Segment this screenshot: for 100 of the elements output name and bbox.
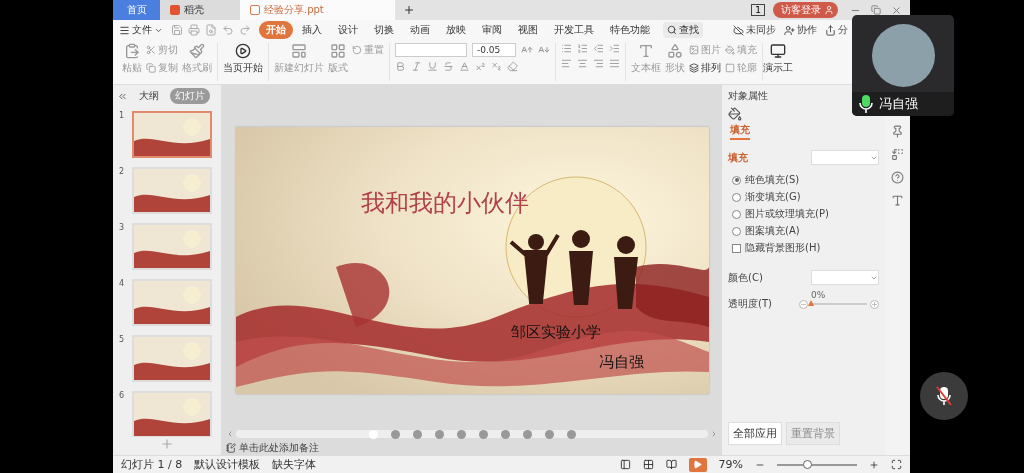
close-icon[interactable] — [891, 4, 902, 16]
restore-icon[interactable] — [871, 5, 881, 15]
font-name-field[interactable] — [395, 43, 467, 57]
underline-icon[interactable] — [427, 61, 438, 72]
mute-button[interactable] — [920, 372, 968, 420]
strikethrough-icon[interactable] — [443, 61, 454, 72]
page-dot[interactable] — [456, 429, 466, 439]
normal-view-icon[interactable] — [619, 459, 631, 470]
increase-button[interactable] — [870, 299, 879, 309]
italic-icon[interactable] — [411, 61, 422, 72]
zoom-in-icon[interactable] — [869, 459, 879, 470]
monitor-icon — [770, 43, 786, 59]
scroll-left-icon[interactable] — [226, 430, 234, 438]
color-dropdown[interactable] — [811, 270, 879, 285]
clipboard-icon — [124, 43, 140, 59]
ribbon-tab[interactable]: 切换 — [367, 21, 401, 39]
checkbox[interactable] — [732, 243, 741, 253]
align-center-icon[interactable] — [577, 58, 588, 69]
app-tab[interactable]: 首页 — [113, 0, 160, 20]
slide-thumbnail[interactable] — [132, 111, 212, 158]
app-tab[interactable]: 稻壳 — [160, 0, 240, 20]
font-color-icon[interactable] — [459, 61, 470, 72]
slideshow-button[interactable] — [688, 457, 707, 472]
new-tab-icon[interactable] — [403, 4, 415, 16]
radio-button[interactable] — [732, 226, 741, 236]
ribbon-tab[interactable]: 开发工具 — [547, 21, 601, 39]
save-icon[interactable] — [171, 24, 183, 36]
text-icon[interactable] — [891, 194, 904, 207]
ribbon-tab[interactable]: 特色功能 — [603, 21, 657, 39]
zoom-slider[interactable] — [777, 463, 857, 466]
undo-icon[interactable] — [222, 24, 234, 36]
pin-icon[interactable] — [891, 125, 904, 138]
notes-placeholder[interactable]: 单击此处添加备注 — [239, 441, 319, 455]
collaborate-button[interactable]: 协作 — [784, 23, 817, 37]
file-menu[interactable]: 文件 — [119, 23, 163, 37]
ribbon-tab[interactable]: 视图 — [511, 21, 545, 39]
numbered-list-icon[interactable] — [577, 43, 588, 54]
play-icon — [693, 460, 703, 469]
bold-icon[interactable] — [395, 61, 406, 72]
slide-sorter-icon[interactable] — [642, 459, 654, 470]
slide-number: 3 — [119, 223, 126, 234]
redo-icon[interactable] — [239, 24, 251, 36]
slide-number: 2 — [119, 167, 126, 178]
panel-tab[interactable]: 大纲 — [134, 88, 164, 104]
search-button[interactable]: 查找 — [663, 22, 703, 38]
login-button[interactable]: 访客登录 — [773, 2, 838, 18]
indent-icon[interactable] — [609, 43, 620, 54]
radio-button[interactable] — [732, 175, 741, 185]
add-slide-icon[interactable] — [160, 437, 174, 451]
justify-icon[interactable] — [609, 58, 620, 69]
page-dot[interactable] — [500, 429, 510, 439]
app-tab[interactable]: 经验分享.ppt — [240, 0, 395, 20]
align-right-icon[interactable] — [593, 58, 604, 69]
missing-fonts-button[interactable]: 缺失字体 — [272, 457, 317, 472]
arrange-button[interactable]: 排列 — [689, 61, 721, 75]
page-dot[interactable] — [368, 429, 378, 439]
page-dot[interactable] — [478, 429, 488, 439]
ribbon-tab[interactable]: 放映 — [439, 21, 473, 39]
ribbon-tab[interactable]: 插入 — [295, 21, 329, 39]
outdent-icon[interactable] — [593, 43, 604, 54]
share-button[interactable]: 分 — [825, 23, 848, 37]
page-dot[interactable] — [522, 429, 532, 439]
ribbon-tab[interactable]: 设计 — [331, 21, 365, 39]
page-dot[interactable] — [566, 429, 576, 439]
radio-button[interactable] — [732, 192, 741, 202]
align-left-icon[interactable] — [561, 58, 572, 69]
page-dot[interactable] — [544, 429, 554, 439]
reading-view-icon[interactable] — [665, 459, 677, 470]
replace-icon[interactable] — [891, 148, 904, 161]
scroll-right-icon[interactable] — [710, 430, 718, 438]
page-dot[interactable] — [434, 429, 444, 439]
presentation-tools-button[interactable]: 演示工 — [763, 43, 793, 75]
fill-dropdown[interactable] — [811, 150, 879, 165]
page-dot[interactable] — [412, 429, 422, 439]
page-dot[interactable] — [390, 429, 400, 439]
ribbon-tab[interactable]: 审阅 — [475, 21, 509, 39]
bullet-list-icon[interactable] — [561, 43, 572, 54]
subscript-icon[interactable] — [491, 61, 502, 72]
print-icon[interactable] — [188, 24, 200, 36]
option-label: 图片或纹理填充(P) — [745, 207, 829, 221]
radio-button[interactable] — [732, 209, 741, 219]
slide-author: 冯自强 — [598, 352, 644, 372]
decrease-button[interactable] — [799, 299, 808, 309]
fill-tab[interactable]: 填充 — [730, 123, 750, 140]
help-icon[interactable] — [891, 171, 904, 184]
font-size-field[interactable]: -0.05 — [472, 43, 516, 57]
ribbon-tab[interactable]: 动画 — [403, 21, 437, 39]
zoom-level[interactable]: 79% — [718, 458, 743, 471]
panel-button[interactable]: 全部应用 — [728, 422, 782, 445]
print-preview-icon[interactable] — [205, 24, 217, 36]
slider-thumb[interactable] — [808, 300, 814, 306]
fit-window-icon[interactable] — [891, 459, 902, 470]
plus-icon — [871, 300, 878, 308]
superscript-icon[interactable] — [475, 61, 486, 72]
eraser-icon[interactable] — [507, 61, 518, 72]
play-from-current-button[interactable]: 当页开始 — [223, 43, 263, 75]
shrink-font-icon[interactable] — [538, 44, 550, 56]
sync-button[interactable]: 未同步 — [733, 23, 776, 37]
grow-font-icon[interactable] — [521, 44, 533, 56]
template-name[interactable]: 默认设计模板 — [194, 457, 261, 472]
